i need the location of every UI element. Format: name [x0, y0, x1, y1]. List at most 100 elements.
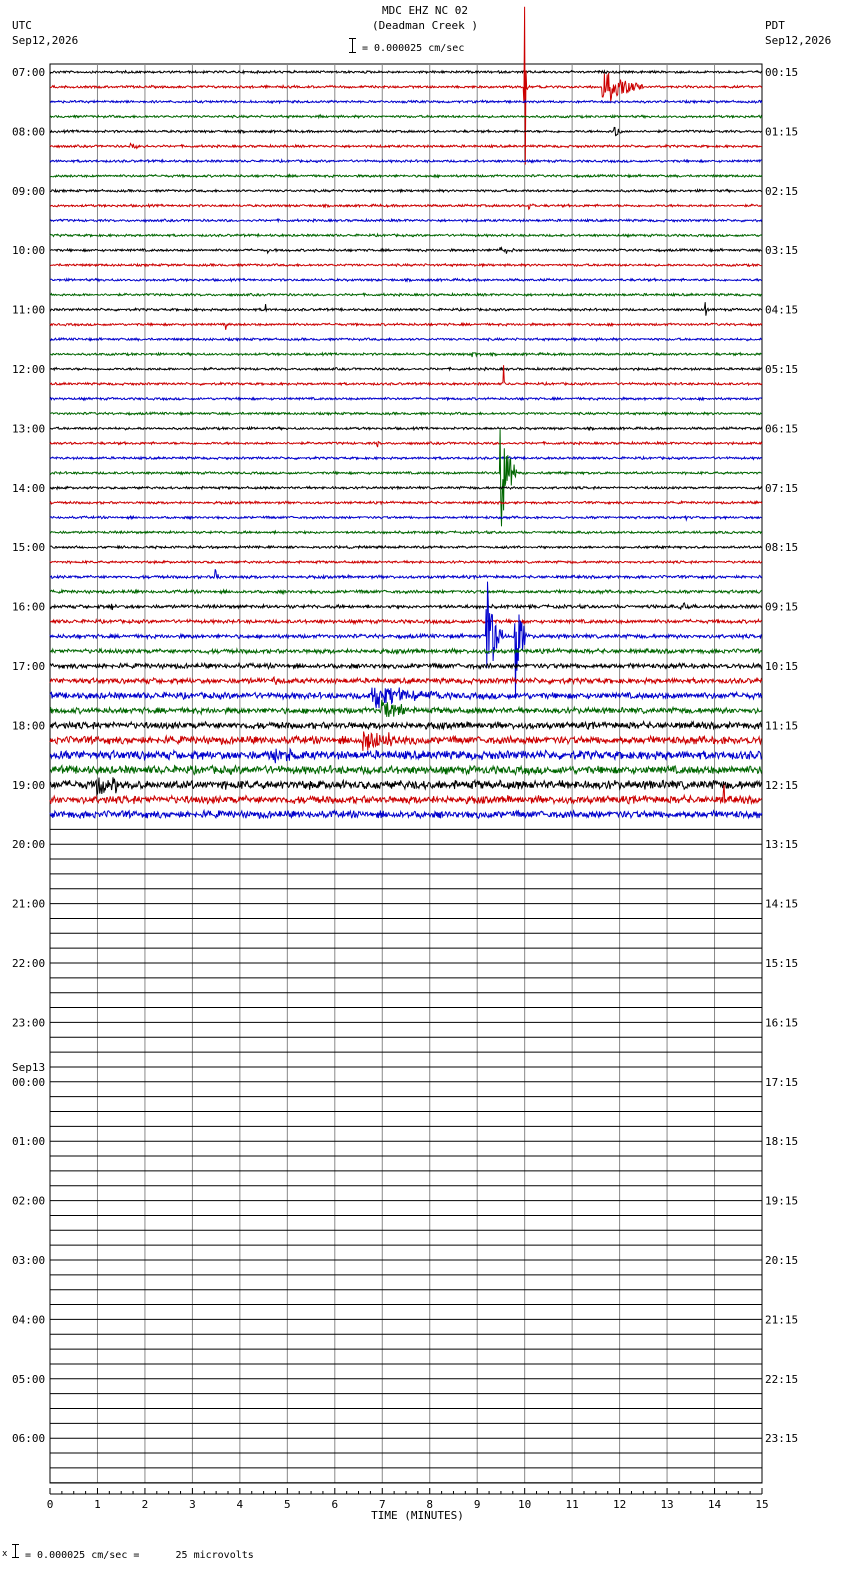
- right-hour-label: 22:15: [765, 1373, 798, 1386]
- seismic-trace: [49, 126, 762, 137]
- footer-scale-icon: [15, 1544, 16, 1558]
- left-timezone: UTC: [12, 19, 32, 32]
- seismic-trace: [50, 647, 763, 656]
- seismic-trace: [49, 351, 763, 358]
- seismic-trace: [49, 699, 763, 717]
- left-hour-label: 07:00: [12, 66, 45, 79]
- scale-bar-icon: [352, 38, 353, 53]
- seismic-trace: [49, 720, 763, 731]
- seismic-trace: [49, 569, 763, 581]
- helicorder-chart: 0 1 2 3 4 5 6 7 8 9 10 11 12 13 14 15 07:00 08:00 09:00 10…: [12, 6, 798, 1511]
- seismic-trace: [49, 588, 763, 596]
- seismic-trace: [49, 617, 763, 626]
- right-timezone: PDT: [765, 19, 785, 32]
- seismic-trace: [49, 232, 763, 239]
- seismic-trace: [49, 336, 763, 343]
- seismic-trace: [49, 173, 763, 179]
- footer-scale-cap-top: [12, 1544, 19, 1545]
- left-hour-label: 19:00: [12, 779, 45, 792]
- scale-bar-cap-top: [349, 38, 356, 39]
- left-date: Sep12,2026: [12, 34, 79, 47]
- seismic-trace: [49, 485, 763, 491]
- seismic-trace: [49, 544, 763, 550]
- seismic-trace: [49, 262, 763, 268]
- left-hour-label: 02:00: [12, 1195, 45, 1208]
- seismic-trace: [49, 777, 763, 796]
- right-hour-label: 20:15: [765, 1254, 798, 1267]
- scale-bar-cap-bottom: [349, 52, 356, 53]
- left-hour-label: 04:00: [12, 1313, 45, 1326]
- left-hour-label: 09:00: [12, 185, 45, 198]
- seismic-trace: [49, 687, 763, 709]
- seismic-trace: [49, 98, 763, 105]
- left-hour-label: 08:00: [12, 125, 45, 138]
- left-date-label: Sep13: [12, 1061, 45, 1074]
- seismic-trace: [49, 69, 763, 75]
- x-axis-label: TIME (MINUTES): [371, 1509, 464, 1522]
- scale-label: = 0.000025 cm/sec: [362, 43, 465, 54]
- right-hour-label: 12:15: [765, 779, 798, 792]
- right-hour-label: 08:15: [765, 541, 798, 554]
- left-hour-label: 22:00: [12, 957, 45, 970]
- right-hour-label: 17:15: [765, 1076, 798, 1089]
- seismic-trace: [50, 188, 762, 194]
- seismic-trace: [49, 581, 762, 698]
- seismic-trace: [49, 365, 763, 387]
- seismic-trace: [49, 764, 763, 777]
- seismic-trace: [49, 158, 763, 164]
- left-hour-label: 17:00: [12, 660, 45, 673]
- right-hour-label: 18:15: [765, 1135, 798, 1148]
- seismic-trace: [49, 245, 762, 255]
- seismic-trace: [49, 559, 763, 565]
- right-hour-label: 14:15: [765, 898, 798, 911]
- left-hour-label: 01:00: [12, 1135, 45, 1148]
- right-hour-label: 15:15: [765, 957, 798, 970]
- right-hour-label: 02:15: [765, 185, 798, 198]
- time-axis: 0 1 2 3 4 5 6 7 8 9 10 11 12 13 14 15: [47, 1488, 769, 1511]
- seismic-trace: [49, 514, 763, 522]
- footer-scale-cap-bottom: [12, 1557, 19, 1558]
- right-hour-label: 09:15: [765, 601, 798, 614]
- left-hour-label: 16:00: [12, 601, 45, 614]
- left-hour-label: 13:00: [12, 422, 45, 435]
- right-hour-label: 01:15: [765, 125, 798, 138]
- left-hour-label: 15:00: [12, 541, 45, 554]
- seismic-trace: [49, 366, 763, 372]
- seismic-trace: [49, 808, 763, 820]
- seismic-trace: [49, 440, 763, 448]
- right-hour-label: 21:15: [765, 1313, 798, 1326]
- seismic-trace: [49, 217, 763, 224]
- right-hour-label: 00:15: [765, 66, 798, 79]
- left-hour-label: 03:00: [12, 1254, 45, 1267]
- left-hour-label: 00:00: [12, 1076, 45, 1089]
- seismic-trace: [49, 661, 763, 671]
- seismic-trace: [49, 321, 763, 330]
- seismic-trace: [49, 731, 763, 751]
- station-title: MDC EHZ NC 02: [381, 4, 469, 17]
- left-hour-label: 06:00: [12, 1432, 45, 1445]
- right-hour-label: 16:15: [765, 1016, 798, 1029]
- left-hour-label: 14:00: [12, 482, 45, 495]
- station-subtitle: (Deadman Creek ): [372, 19, 478, 32]
- plot-frame: [49, 63, 763, 1484]
- seismic-trace: [49, 410, 763, 417]
- seismic-trace: [49, 499, 763, 506]
- seismic-trace: [49, 601, 763, 611]
- seismic-trace: [49, 291, 763, 298]
- right-hour-label: 07:15: [765, 482, 798, 495]
- seismic-trace: [49, 113, 763, 120]
- right-hour-label: 04:15: [765, 304, 798, 317]
- left-hour-label: 18:00: [12, 719, 45, 732]
- right-hour-label: 05:15: [765, 363, 798, 376]
- trace-lines: [49, 6, 763, 1484]
- right-hour-label: 11:15: [765, 719, 798, 732]
- grid-lines: [49, 63, 763, 1484]
- right-hour-label: 13:15: [765, 838, 798, 851]
- seismic-trace: [49, 784, 763, 806]
- seismic-trace: [49, 142, 762, 150]
- left-hour-label: 21:00: [12, 898, 45, 911]
- seismic-trace: [49, 395, 763, 402]
- right-date: Sep12,2026: [765, 34, 832, 47]
- footer-corner-mark: x: [2, 1549, 8, 1559]
- left-hour-label: 23:00: [12, 1016, 45, 1029]
